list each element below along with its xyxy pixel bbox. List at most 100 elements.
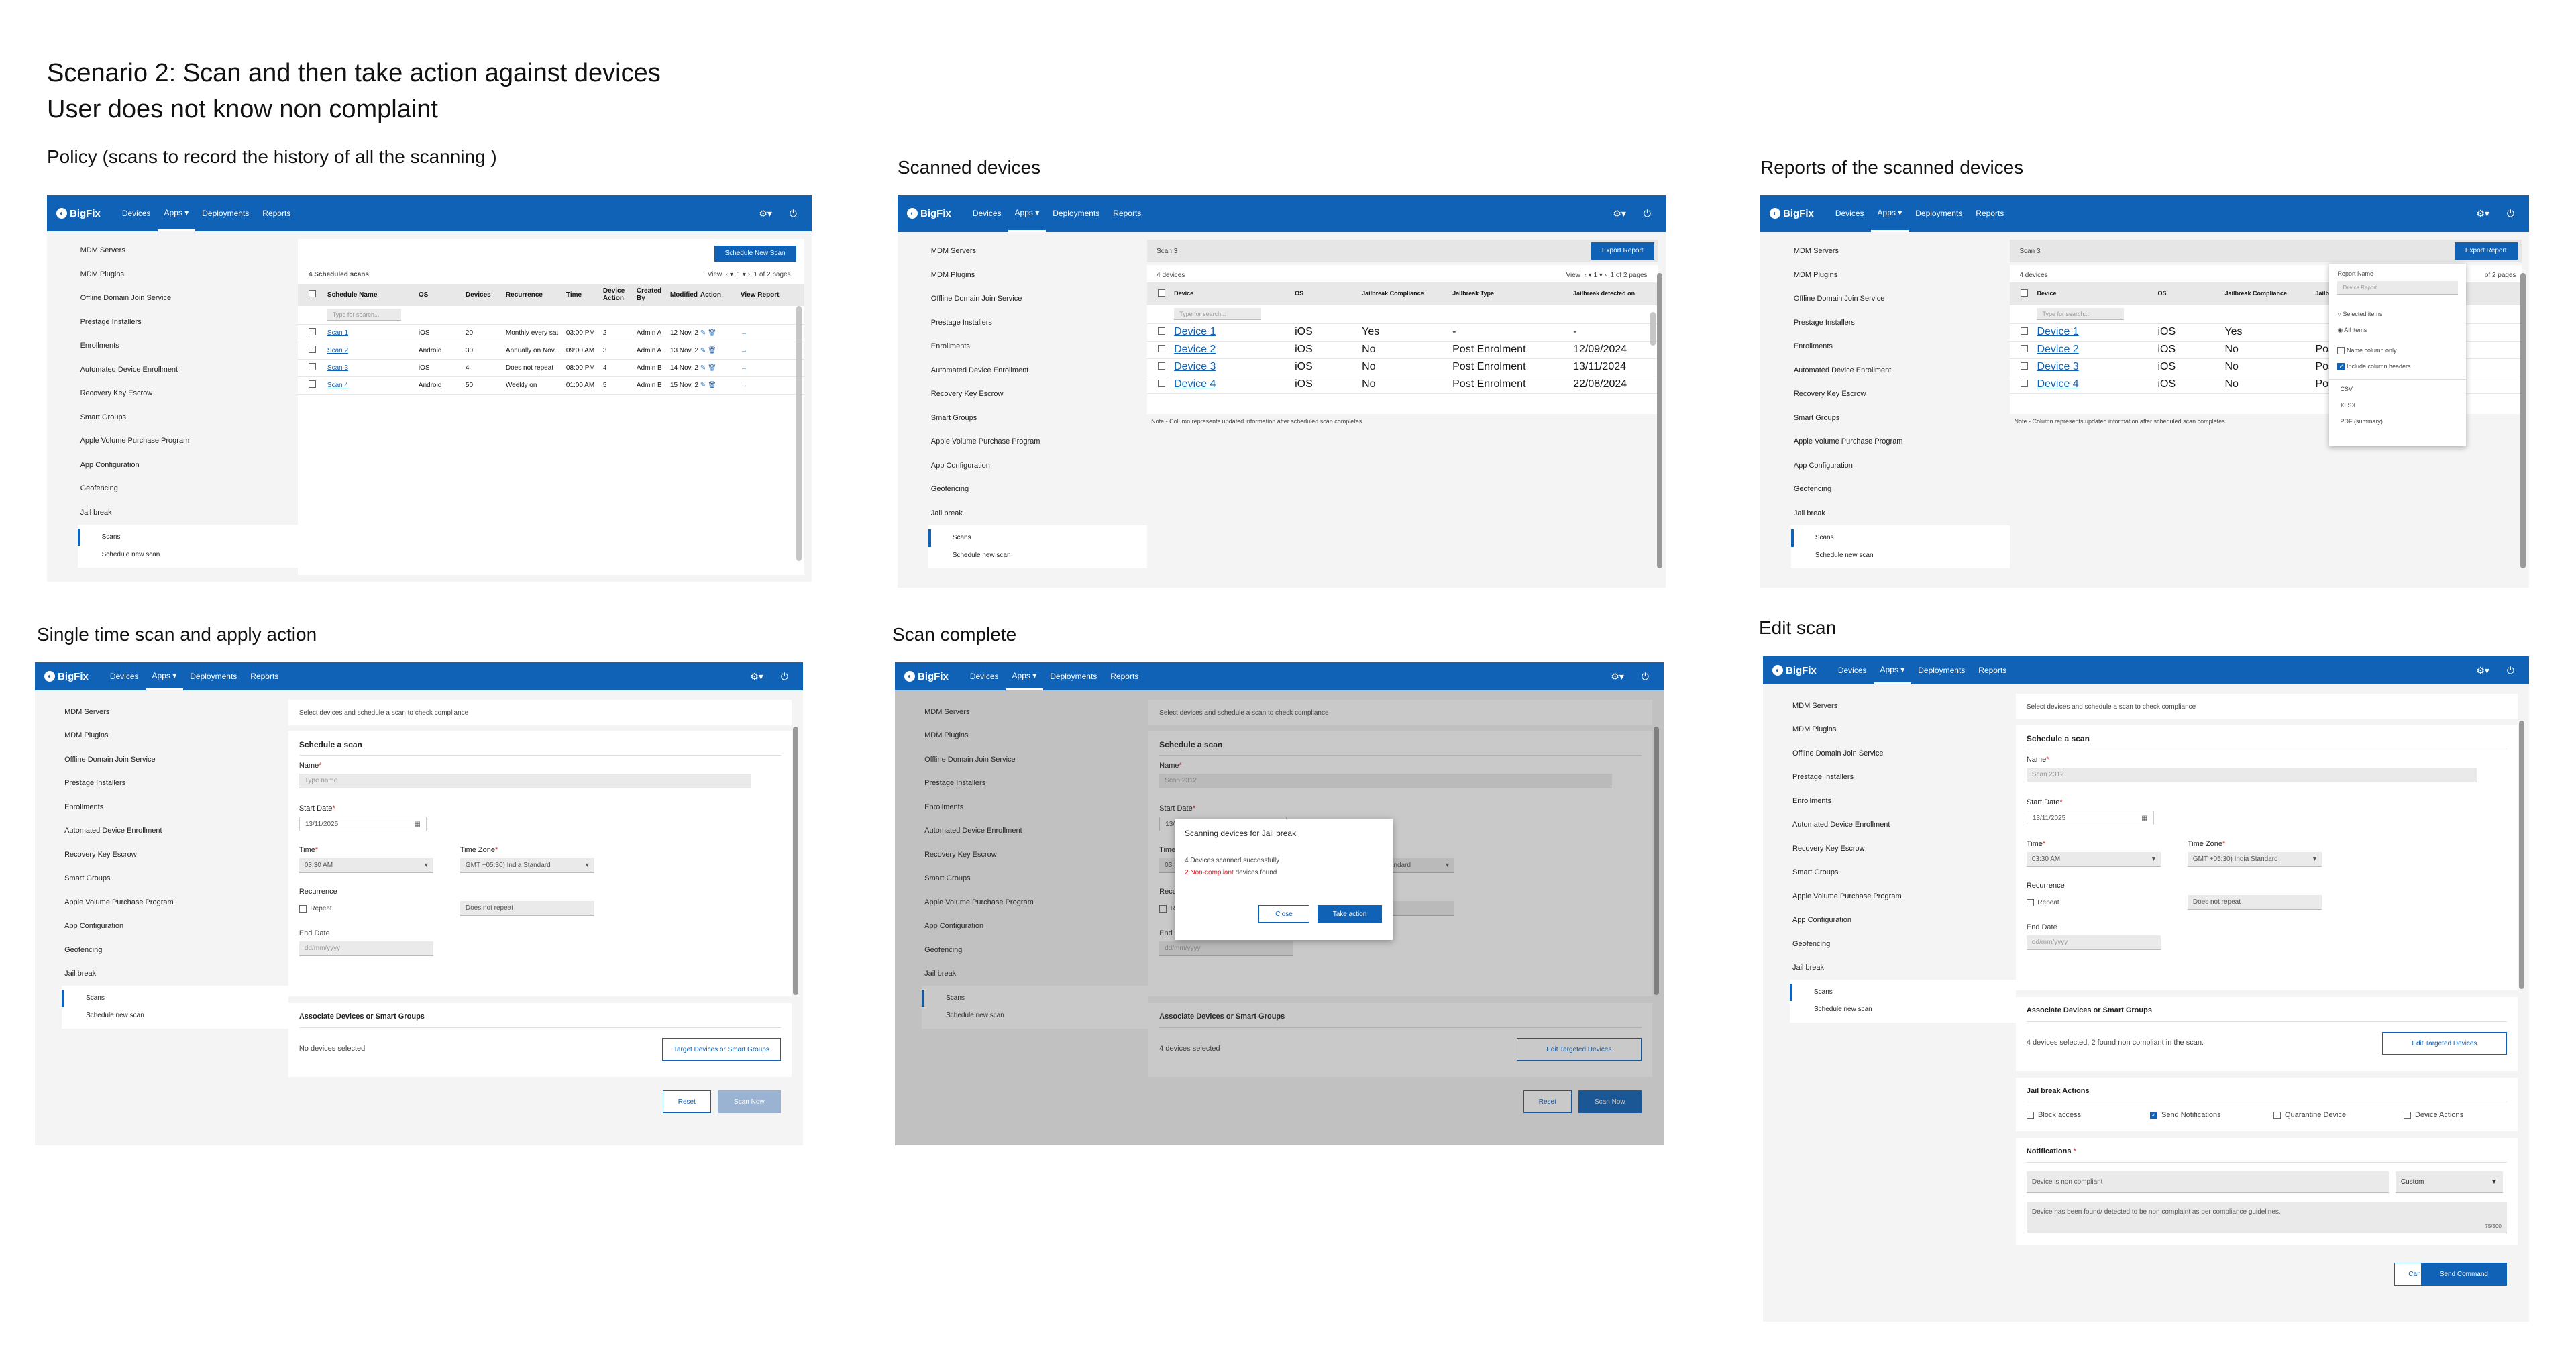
row-checkbox[interactable]: [2021, 327, 2029, 335]
sidebar-item[interactable]: Recovery Key Escrow﹀: [78, 382, 315, 406]
gear-icon[interactable]: ⚙▾: [750, 671, 763, 682]
nav-devices[interactable]: Devices: [103, 662, 146, 690]
end-date-input[interactable]: dd/mm/yyyy: [299, 941, 433, 956]
time-select[interactable]: 03:30 AM▾: [2026, 852, 2161, 867]
row-checkbox[interactable]: [1158, 380, 1166, 388]
sidebar-subitem[interactable]: Scans: [928, 529, 1167, 547]
arrow-right-icon[interactable]: →: [741, 329, 747, 337]
power-icon[interactable]: ⏻: [1644, 208, 1651, 219]
timezone-select[interactable]: GMT +05:30) India Standard▾: [2187, 852, 2322, 867]
format-csv[interactable]: CSV: [2340, 386, 2353, 393]
sidebar-item[interactable]: Apple Volume Purchase Program﹀: [1790, 884, 2027, 908]
sidebar-item[interactable]: Jail break︿: [1790, 956, 2027, 980]
sidebar-item[interactable]: Jail break︿: [62, 962, 300, 986]
nav-devices[interactable]: Devices: [1831, 656, 1874, 684]
filter-input[interactable]: Type for search...: [1174, 308, 1262, 321]
end-date-input[interactable]: dd/mm/yyyy: [2026, 935, 2161, 950]
sidebar-item[interactable]: App Configuration﹀: [62, 915, 300, 939]
sidebar-item[interactable]: Recovery Key Escrow﹀: [928, 382, 1167, 407]
nav-apps[interactable]: Apps ▾: [1005, 662, 1044, 690]
schedule-new-scan-button[interactable]: Schedule New Scan: [714, 245, 796, 262]
sidebar-item[interactable]: App Configuration﹀: [1790, 908, 2027, 933]
sidebar-item[interactable]: Geofencing﹀: [928, 478, 1167, 502]
sidebar-item[interactable]: Automated Device Enrollment﹀: [1791, 358, 2029, 382]
row-link[interactable]: Scan 3: [318, 364, 419, 372]
send-notifications-checkbox[interactable]: Send Notifications: [2149, 1111, 2221, 1119]
take-action-button[interactable]: Take action: [1318, 905, 1382, 923]
power-icon[interactable]: ⏻: [781, 671, 788, 682]
radio-selected-items[interactable]: ○ Selected items: [2337, 311, 2382, 317]
time-select[interactable]: 03:30 AM▾: [299, 858, 433, 873]
notification-body-input[interactable]: Device has been found/ detected to be no…: [2026, 1202, 2507, 1233]
start-date-input[interactable]: 13/11/2025▦: [299, 817, 427, 831]
nav-reports[interactable]: Reports: [1106, 195, 1148, 232]
row-checkbox[interactable]: [1158, 362, 1166, 370]
device-actions-checkbox[interactable]: Device Actions: [2403, 1111, 2463, 1119]
recurrence-select[interactable]: Does not repeat: [460, 901, 594, 916]
edit-icon[interactable]: ✎ 🗑: [700, 382, 741, 389]
sidebar-item[interactable]: Apple Volume Purchase Program﹀: [1791, 430, 2029, 454]
nav-devices[interactable]: Devices: [963, 662, 1006, 690]
row-link[interactable]: Device 4: [1174, 378, 1295, 390]
sidebar-item[interactable]: Geofencing﹀: [1790, 932, 2027, 956]
filter-input[interactable]: Type for search...: [2037, 308, 2125, 321]
sidebar-item[interactable]: App Configuration﹀: [928, 454, 1167, 478]
sidebar-item[interactable]: MDM Servers﹀: [1791, 240, 2029, 264]
quarantine-checkbox[interactable]: Quarantine Device: [2273, 1111, 2346, 1119]
row-link[interactable]: Device 4: [2037, 378, 2157, 390]
sidebar-item[interactable]: MDM Servers﹀: [62, 700, 300, 724]
close-button[interactable]: Close: [1258, 905, 1309, 923]
sidebar-item[interactable]: Enrollments﹀: [62, 795, 300, 819]
gear-icon[interactable]: ⚙▾: [1613, 208, 1626, 219]
sidebar-item[interactable]: Prestage Installers﹀: [1791, 311, 2029, 335]
sidebar-item[interactable]: MDM Servers﹀: [1790, 694, 2027, 718]
row-checkbox[interactable]: [308, 363, 316, 371]
sidebar-item[interactable]: Prestage Installers﹀: [928, 311, 1167, 335]
sidebar-subitem[interactable]: Schedule new scan: [1790, 1001, 2027, 1019]
sidebar-item[interactable]: Geofencing﹀: [62, 938, 300, 962]
sidebar-item[interactable]: Automated Device Enrollment﹀: [928, 358, 1167, 382]
nav-deployments[interactable]: Deployments: [183, 662, 244, 690]
edit-icon[interactable]: ✎ 🗑: [700, 347, 741, 354]
row-link[interactable]: Scan 1: [318, 329, 419, 337]
row-link[interactable]: Device 3: [2037, 361, 2157, 373]
nav-reports[interactable]: Reports: [1104, 662, 1145, 690]
sidebar-subitem[interactable]: Schedule new scan: [928, 547, 1167, 564]
nav-reports[interactable]: Reports: [256, 195, 297, 231]
sidebar-item[interactable]: Apple Volume Purchase Program﹀: [78, 429, 315, 454]
export-report-button[interactable]: Export Report: [1591, 242, 1654, 260]
sidebar-subitem[interactable]: Schedule new scan: [1791, 547, 2029, 564]
select-all-checkbox[interactable]: [2021, 289, 2029, 297]
arrow-right-icon[interactable]: →: [741, 364, 747, 372]
send-command-button[interactable]: Send Command: [2420, 1263, 2507, 1286]
row-checkbox[interactable]: [1158, 345, 1166, 353]
sidebar-item[interactable]: Offline Domain Join Service﹀: [78, 287, 315, 311]
notification-type-select[interactable]: Custom ▼: [2395, 1171, 2503, 1193]
sidebar-item[interactable]: MDM Plugins﹀: [78, 262, 315, 287]
sidebar-item[interactable]: Recovery Key Escrow﹀: [62, 843, 300, 867]
sidebar-item[interactable]: Recovery Key Escrow﹀: [1790, 837, 2027, 861]
target-devices-button[interactable]: Target Devices or Smart Groups: [662, 1038, 781, 1061]
row-link[interactable]: Scan 2: [318, 347, 419, 354]
row-link[interactable]: Device 2: [1174, 344, 1295, 356]
sidebar-item[interactable]: MDM Servers﹀: [928, 240, 1167, 264]
row-checkbox[interactable]: [308, 380, 316, 388]
gear-icon[interactable]: ⚙▾: [759, 208, 772, 219]
sidebar-item[interactable]: Geofencing﹀: [78, 477, 315, 501]
arrow-right-icon[interactable]: →: [741, 382, 747, 389]
nav-deployments[interactable]: Deployments: [1046, 195, 1106, 232]
select-all-checkbox[interactable]: [1158, 289, 1166, 297]
nav-devices[interactable]: Devices: [966, 195, 1008, 232]
nav-reports[interactable]: Reports: [1969, 195, 2010, 232]
sidebar-item[interactable]: Recovery Key Escrow﹀: [1791, 382, 2029, 407]
sidebar-item[interactable]: App Configuration﹀: [78, 453, 315, 477]
sidebar-item[interactable]: MDM Servers﹀: [78, 239, 315, 263]
sidebar-subitem[interactable]: Scans: [1790, 529, 2029, 547]
sidebar-item[interactable]: Offline Domain Join Service﹀: [928, 287, 1167, 311]
name-input[interactable]: Type name: [299, 774, 751, 788]
nav-deployments[interactable]: Deployments: [1043, 662, 1104, 690]
row-link[interactable]: Scan 4: [318, 382, 419, 389]
gear-icon[interactable]: ⚙▾: [2476, 665, 2489, 676]
row-checkbox[interactable]: [2021, 380, 2029, 388]
repeat-checkbox[interactable]: Repeat: [2026, 899, 2059, 906]
